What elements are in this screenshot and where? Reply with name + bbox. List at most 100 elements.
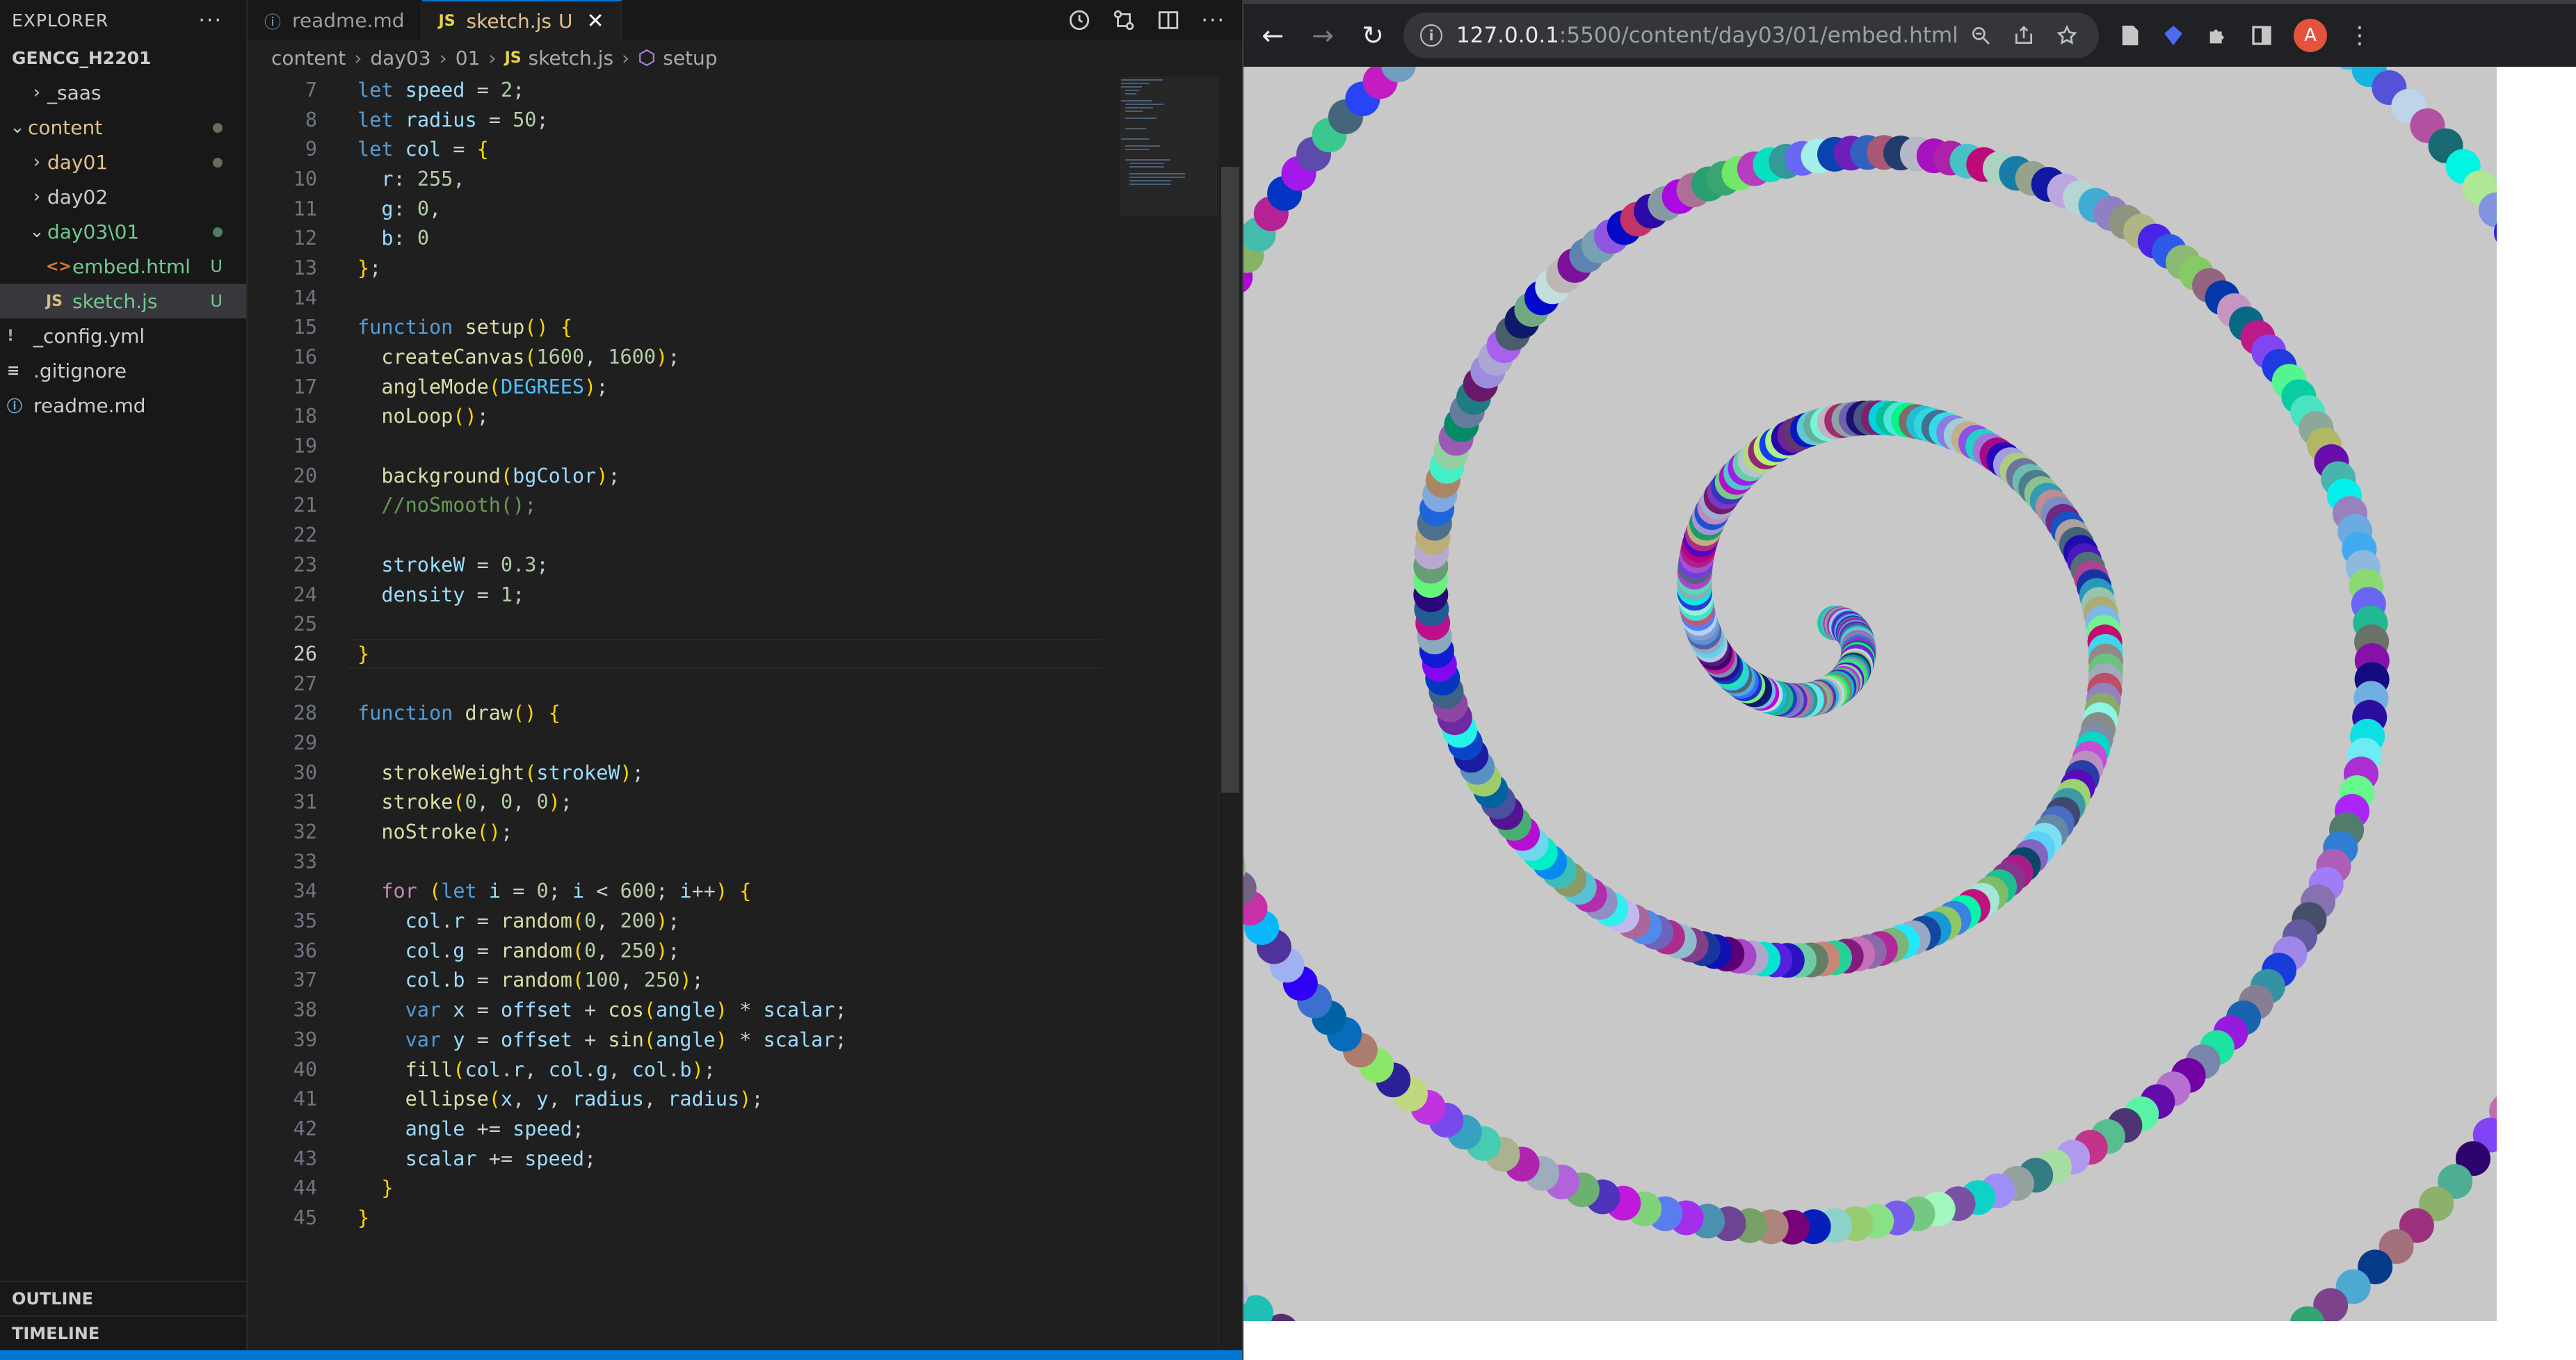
profile-avatar[interactable]: A bbox=[2294, 19, 2327, 52]
code-text: var y = offset + sin(angle) * scalar; bbox=[405, 1028, 847, 1051]
timeline-section[interactable]: TIMELINE bbox=[0, 1316, 248, 1350]
code-line[interactable]: 17 angleMode(DEGREES); bbox=[248, 372, 1242, 402]
code-line[interactable]: 29 bbox=[248, 728, 1242, 758]
code-line[interactable]: 26} bbox=[248, 639, 1242, 669]
tree-item[interactable]: ⌄ content bbox=[0, 110, 246, 145]
more-actions-icon[interactable]: ··· bbox=[1201, 8, 1225, 33]
tree-item[interactable]: ≡ .gitignore bbox=[0, 353, 246, 388]
back-arrow-icon[interactable]: ← bbox=[1252, 15, 1294, 56]
line-number: 26 bbox=[293, 642, 317, 665]
code-line[interactable]: 11 g: 0, bbox=[248, 194, 1242, 224]
forward-arrow-icon[interactable]: → bbox=[1302, 15, 1344, 56]
code-line[interactable]: 22 bbox=[248, 520, 1242, 550]
code-line[interactable]: 8 let radius = 50; bbox=[248, 105, 1242, 135]
code-line[interactable]: 16 createCanvas(1600, 1600); bbox=[248, 342, 1242, 372]
code-line[interactable]: 41 ellipse(x, y, radius, radius); bbox=[248, 1084, 1242, 1114]
extensions-puzzle-icon[interactable] bbox=[2206, 24, 2230, 47]
code-line[interactable]: 25 bbox=[248, 609, 1242, 639]
tab-sketch-js[interactable]: JS sketch.js U ✕ bbox=[421, 0, 622, 40]
code-line[interactable]: 32 noStroke(); bbox=[248, 817, 1242, 847]
code-line[interactable]: 19 bbox=[248, 431, 1242, 461]
tree-item[interactable]: ⓘ readme.md bbox=[0, 388, 246, 423]
explorer-more-icon[interactable]: ··· bbox=[198, 8, 223, 33]
code-line[interactable]: 14 bbox=[248, 283, 1242, 313]
line-number: 32 bbox=[293, 820, 317, 844]
history-icon[interactable] bbox=[1068, 8, 1091, 32]
side-panel-icon[interactable] bbox=[2251, 24, 2273, 47]
close-icon[interactable]: ✕ bbox=[586, 9, 604, 33]
outline-section[interactable]: OUTLINE bbox=[0, 1281, 248, 1316]
p5-canvas[interactable] bbox=[1243, 67, 2497, 1321]
tree-item[interactable]: <> embed.html U bbox=[0, 249, 246, 284]
breadcrumb-item[interactable]: day03 bbox=[370, 47, 430, 70]
code-line[interactable]: 7 let speed = 2; bbox=[248, 75, 1242, 105]
editor-scrollbar-thumb[interactable] bbox=[1221, 167, 1239, 793]
address-bar[interactable]: i 127.0.0.1 :5500/content/day03/01/embed… bbox=[1403, 13, 2099, 58]
split-editor-icon[interactable] bbox=[1157, 8, 1180, 32]
code-line[interactable]: 13}; bbox=[248, 253, 1242, 283]
tree-item[interactable]: JS sketch.js U bbox=[0, 284, 246, 318]
breadcrumb-item[interactable]: content bbox=[271, 47, 346, 70]
tree-item[interactable]: › day01 bbox=[0, 145, 246, 179]
line-number: 24 bbox=[293, 583, 317, 606]
code-editor[interactable]: 7 let speed = 2; 8 let radius = 50; 9 let col… bbox=[248, 75, 1242, 1353]
code-line[interactable]: 34 for (let i = 0; i < 600; i++) { bbox=[248, 877, 1242, 907]
bookmark-star-icon[interactable] bbox=[2056, 24, 2078, 47]
code-line[interactable]: 43 scalar += speed; bbox=[248, 1144, 1242, 1174]
code-text: density = 1; bbox=[381, 583, 525, 606]
tree-item[interactable]: › _saas bbox=[0, 75, 246, 110]
tree-item-label: day03\01 bbox=[47, 220, 140, 243]
share-icon[interactable] bbox=[2013, 24, 2035, 47]
reload-icon[interactable]: ↻ bbox=[1352, 15, 1394, 56]
tree-item-label: sketch.js bbox=[72, 289, 158, 313]
extension-shield-icon[interactable] bbox=[2162, 24, 2185, 47]
code-line[interactable]: 38 var x = offset + cos(angle) * scalar; bbox=[248, 995, 1242, 1025]
code-line[interactable]: 44 } bbox=[248, 1173, 1242, 1203]
code-line[interactable]: 12 b: 0 bbox=[248, 223, 1242, 253]
tree-item-label: _saas bbox=[47, 81, 102, 104]
file-type-icon: ≡ bbox=[7, 362, 20, 380]
code-line[interactable]: 42 angle += speed; bbox=[248, 1114, 1242, 1144]
code-line[interactable]: 21 //noSmooth(); bbox=[248, 491, 1242, 521]
line-number: 20 bbox=[293, 464, 317, 487]
code-line[interactable]: 18 noLoop(); bbox=[248, 402, 1242, 432]
workspace-root[interactable]: GENCG_H2201 bbox=[0, 40, 246, 75]
code-line[interactable]: 23 strokeW = 0.3; bbox=[248, 550, 1242, 580]
code-line[interactable]: 40 fill(col.r, col.g, col.b); bbox=[248, 1055, 1242, 1085]
code-line[interactable]: 33 bbox=[248, 847, 1242, 877]
code-line[interactable]: 9 let col = { bbox=[248, 134, 1242, 164]
code-text: let speed = 2; bbox=[357, 78, 525, 102]
code-line[interactable]: 27 bbox=[248, 669, 1242, 699]
tree-item[interactable]: ⌄ day03\01 bbox=[0, 214, 246, 249]
tree-item[interactable]: › day02 bbox=[0, 179, 246, 214]
code-line[interactable]: 30 strokeWeight(strokeW); bbox=[248, 758, 1242, 788]
code-text: background(bgColor); bbox=[381, 464, 620, 487]
code-line[interactable]: 35 col.r = random(0, 200); bbox=[248, 906, 1242, 936]
code-line[interactable]: 28 function draw() { bbox=[248, 698, 1242, 728]
code-line[interactable]: 15 function setup() { bbox=[248, 313, 1242, 343]
breadcrumb-item[interactable]: setup bbox=[663, 47, 717, 70]
code-line[interactable]: 20 background(bgColor); bbox=[248, 461, 1242, 491]
site-info-icon[interactable]: i bbox=[1420, 24, 1442, 47]
breadcrumb-item[interactable]: 01 bbox=[456, 47, 481, 70]
minimap[interactable] bbox=[1120, 76, 1217, 216]
js-file-icon: JS bbox=[438, 12, 456, 30]
code-line[interactable]: 37 col.b = random(100, 250); bbox=[248, 966, 1242, 996]
code-line[interactable]: 24 density = 1; bbox=[248, 580, 1242, 610]
modified-dot-icon bbox=[213, 222, 223, 241]
zoom-icon[interactable] bbox=[1970, 24, 1992, 47]
code-line[interactable]: 39 var y = offset + sin(angle) * scalar; bbox=[248, 1025, 1242, 1055]
document-extension-icon[interactable] bbox=[2120, 24, 2141, 47]
code-line[interactable]: 10 r: 255, bbox=[248, 164, 1242, 194]
code-line[interactable]: 36 col.g = random(0, 250); bbox=[248, 936, 1242, 966]
tree-item[interactable]: ! _config.yml bbox=[0, 318, 246, 353]
code-line[interactable]: 45} bbox=[248, 1203, 1242, 1233]
tab-readme[interactable]: ⓘ readme.md bbox=[248, 0, 422, 40]
git-compare-icon[interactable] bbox=[1112, 8, 1136, 32]
line-number: 34 bbox=[293, 880, 317, 903]
breadcrumb-item[interactable]: sketch.js bbox=[529, 47, 613, 70]
code-line[interactable]: 31 stroke(0, 0, 0); bbox=[248, 788, 1242, 818]
code-text: b: 0 bbox=[381, 227, 429, 250]
line-number: 22 bbox=[293, 524, 317, 547]
browser-menu-icon[interactable]: ⋮ bbox=[2348, 22, 2372, 49]
